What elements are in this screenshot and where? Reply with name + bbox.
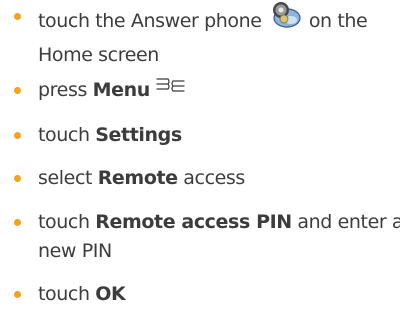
step-text-prefix: touch [38, 211, 96, 233]
step-text: touch Remote access PIN and enter a new … [38, 208, 400, 266]
step-text-prefix: touch the Answer phone [38, 10, 268, 32]
answer-phone-icon [267, 0, 303, 39]
step-text-prefix: touch [38, 124, 96, 146]
step-text-bold: OK [95, 283, 126, 305]
bullet-icon [14, 291, 21, 298]
step-text-bold: Remote access PIN [95, 211, 292, 233]
bullet-icon [14, 13, 21, 20]
step-text: select Remote access [38, 164, 245, 193]
bullet-icon [14, 87, 21, 94]
step-text: touch OK [38, 280, 126, 309]
step-text-bold: Settings [95, 124, 182, 146]
step-text-line2: new PIN [38, 240, 112, 262]
step-text-line2: Home screen [38, 44, 159, 66]
bullet-icon [14, 175, 21, 182]
step-text-bold: Menu [92, 79, 151, 101]
step-text-suffix: on the [303, 10, 368, 32]
bullet-icon [14, 219, 21, 226]
step-text-prefix: touch [38, 283, 96, 305]
step-text-bold: Remote [97, 167, 178, 189]
step-text: press Menu [38, 76, 187, 105]
bullet-icon [14, 132, 21, 139]
step-text: touch the Answer phone on the Home scree… [38, 0, 368, 70]
menu-icon [155, 74, 187, 103]
step-text: touch Settings [38, 121, 182, 150]
step-text-prefix: press [38, 79, 93, 101]
step-text-suffix: and enter a [291, 211, 400, 233]
step-text-suffix: access [177, 167, 245, 189]
step-text-prefix: select [38, 167, 98, 189]
